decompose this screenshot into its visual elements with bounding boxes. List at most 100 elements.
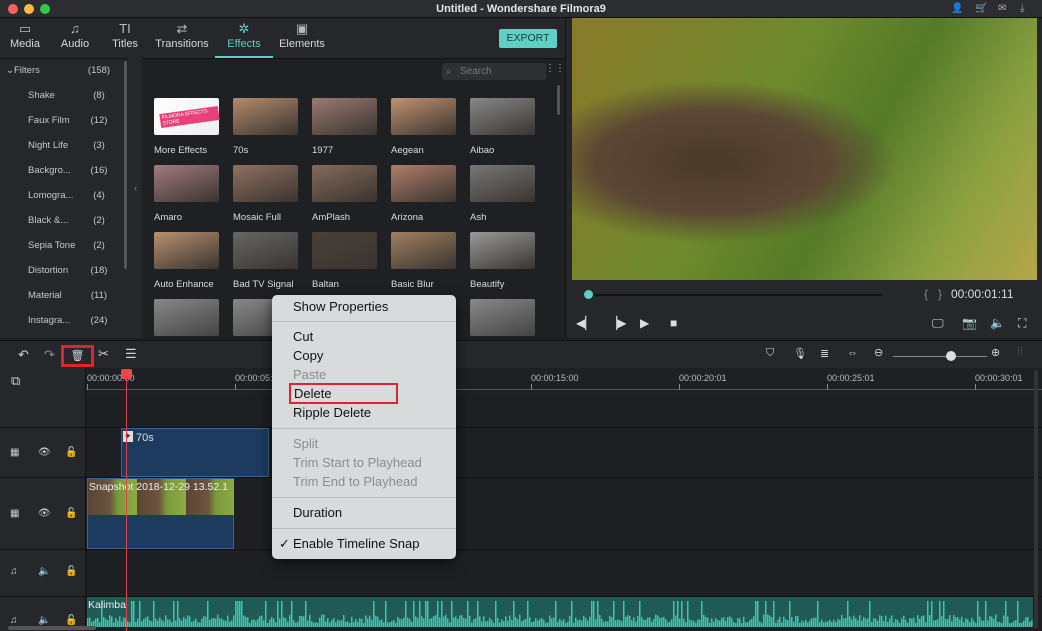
tab-effects[interactable]: ✲ Effects <box>215 18 273 58</box>
volume-icon[interactable]: 🔈 <box>990 316 1005 330</box>
add-track-icon[interactable]: ⧉ <box>11 373 20 389</box>
menu-item-delete[interactable]: Delete <box>289 383 398 404</box>
redo-icon[interactable]: ↷ <box>44 347 55 363</box>
sidebar-label: Black &... <box>28 215 69 226</box>
sidebar-scrollbar[interactable] <box>124 61 127 269</box>
menu-item-enable-timeline-snap[interactable]: Enable Timeline Snap <box>293 536 419 551</box>
account-icon[interactable]: 👤 <box>951 3 963 14</box>
effect-item[interactable]: Aegean <box>391 98 456 156</box>
audio-clip-kalimba[interactable]: Kalimba <box>87 597 1033 627</box>
tab-elements[interactable]: ▣ Elements <box>276 18 328 58</box>
grid-scrollbar[interactable] <box>557 85 560 115</box>
effect-item[interactable]: Auto Enhance <box>154 232 219 290</box>
volume-icon[interactable]: 🔈 <box>38 566 50 577</box>
menu-item-paste[interactable]: Paste <box>293 367 326 382</box>
cut-icon[interactable]: ✂ <box>98 346 109 362</box>
menu-item-cut[interactable]: Cut <box>293 329 313 344</box>
lock-icon[interactable]: 🔓 <box>65 566 77 577</box>
fullscreen-icon[interactable]: ⛶ <box>1018 316 1026 331</box>
render-settings-icon[interactable]: 🖵 <box>932 316 944 331</box>
sidebar-item[interactable]: Night Life (3) <box>0 134 120 159</box>
effect-clip-70s[interactable]: ✦ 70s <box>121 428 269 477</box>
effect-item[interactable]: Basic Blur <box>391 232 456 290</box>
previous-frame-icon[interactable]: ◀▏ <box>576 316 594 330</box>
effect-item[interactable]: 1977 <box>312 98 377 156</box>
menu-item-trim-end-to-playhead[interactable]: Trim End to Playhead <box>293 474 418 489</box>
export-button[interactable]: EXPORT <box>499 29 557 48</box>
zoom-slider-handle[interactable] <box>946 351 956 361</box>
timeline-vscroll[interactable] <box>1034 370 1038 628</box>
timeline-scrollbar[interactable] <box>8 626 96 630</box>
video-clip[interactable]: Snapshot 2018-12-29 13.52.1 <box>87 478 234 549</box>
play-icon[interactable]: ▶ <box>640 316 649 330</box>
sidebar-header-filters[interactable]: ⌄ Filters (158) <box>0 59 120 84</box>
sidebar-item[interactable]: Faux Film (12) <box>0 109 120 134</box>
collapse-sidebar-icon[interactable]: ‹ <box>134 183 137 194</box>
adjust-icon[interactable]: ☰ <box>125 346 137 362</box>
panel-toggle-icon[interactable]: ⁞⁞ <box>1017 346 1023 358</box>
marker-icon[interactable]: ⛉ <box>766 347 774 360</box>
effect-item[interactable]: Bad TV Signal <box>233 232 298 290</box>
download-icon[interactable]: ⤓ <box>1020 3 1024 14</box>
zoom-in-icon[interactable]: ⊕ <box>991 346 1000 359</box>
effect-item[interactable]: Amaro <box>154 165 219 223</box>
effect-item[interactable]: Baltan <box>312 232 377 290</box>
inbox-icon[interactable]: ✉ <box>998 3 1006 14</box>
effect-item[interactable]: Ash <box>470 165 535 223</box>
effect-item[interactable]: Aibao <box>470 98 535 156</box>
effect-thumbnail[interactable] <box>154 299 219 336</box>
menu-item-split[interactable]: Split <box>293 436 318 451</box>
menu-item-show-properties[interactable]: Show Properties <box>293 299 388 314</box>
undo-icon[interactable]: ↶ <box>18 347 29 363</box>
preview-scrubber[interactable] <box>584 294 882 296</box>
sidebar-item[interactable]: Lomogra... (4) <box>0 184 120 209</box>
menu-item-trim-start-to-playhead[interactable]: Trim Start to Playhead <box>293 455 422 470</box>
eye-icon[interactable]: 👁 <box>38 447 51 458</box>
mark-in-icon[interactable]: { <box>924 287 928 301</box>
effect-item[interactable]: AmPlash <box>312 165 377 223</box>
effect-item[interactable]: FILMORA EFFECTS STORE More Effects <box>154 98 220 156</box>
sidebar-item[interactable]: Instagra... (24) <box>0 309 120 334</box>
effect-item[interactable]: Arizona <box>391 165 456 223</box>
next-frame-icon[interactable]: ▕▶ <box>608 316 626 330</box>
lock-icon[interactable]: 🔓 <box>65 508 77 519</box>
delete-icon[interactable]: 🗑 <box>61 345 94 367</box>
audio-mixer-icon[interactable]: ≣ <box>820 347 829 360</box>
sidebar-label: Instagra... <box>28 315 71 326</box>
effect-item[interactable]: Beautify <box>470 232 535 290</box>
effect-label: Aibao <box>470 145 495 156</box>
stop-icon[interactable]: ■ <box>670 316 677 330</box>
volume-icon[interactable]: 🔈 <box>38 615 50 626</box>
menu-item-duration[interactable]: Duration <box>293 505 342 520</box>
lock-icon[interactable]: 🔓 <box>65 615 77 626</box>
tab-transitions[interactable]: ⇄ Transitions <box>152 18 212 58</box>
microphone-icon[interactable]: 🎙 <box>793 347 807 360</box>
tab-titles[interactable]: TI Titles <box>106 18 144 58</box>
cart-icon[interactable]: 🛒 <box>975 3 987 14</box>
sidebar-item[interactable]: Black &... (2) <box>0 209 120 234</box>
fit-timeline-icon[interactable]: ⇔ <box>847 347 858 359</box>
effect-item[interactable]: Mosaic Full <box>233 165 298 223</box>
menu-item-copy[interactable]: Copy <box>293 348 323 363</box>
lock-icon[interactable]: 🔓 <box>65 447 77 458</box>
sidebar-item[interactable]: Sepia Tone (2) <box>0 234 120 259</box>
tab-media[interactable]: ▭ Media <box>6 18 44 58</box>
playhead-handle[interactable] <box>121 369 132 379</box>
menu-item-ripple-delete[interactable]: Ripple Delete <box>293 405 371 420</box>
scrubber-handle[interactable] <box>584 290 593 299</box>
snapshot-icon[interactable]: 📷 <box>962 316 977 330</box>
effect-thumbnail[interactable] <box>470 299 535 336</box>
sidebar-item[interactable]: Backgro... (16) <box>0 159 120 184</box>
effect-item[interactable]: 70s <box>233 98 298 156</box>
effect-label: Ash <box>470 212 487 223</box>
eye-icon[interactable]: 👁 <box>38 508 51 519</box>
search-input[interactable]: ⌕ Search <box>442 63 546 80</box>
tab-audio[interactable]: ♫ Audio <box>56 18 94 58</box>
sidebar-item[interactable]: Shake (8) <box>0 84 120 109</box>
sidebar-item[interactable]: Material (11) <box>0 284 120 309</box>
zoom-slider[interactable] <box>893 356 987 357</box>
sidebar-item[interactable]: Distortion (18) <box>0 259 120 284</box>
mark-out-icon[interactable]: } <box>938 287 942 301</box>
timeline-ruler[interactable]: 00:00:00:0000:00:05:0000:00:10:0000:00:1… <box>86 368 1042 395</box>
zoom-out-icon[interactable]: ⊖ <box>874 346 883 359</box>
